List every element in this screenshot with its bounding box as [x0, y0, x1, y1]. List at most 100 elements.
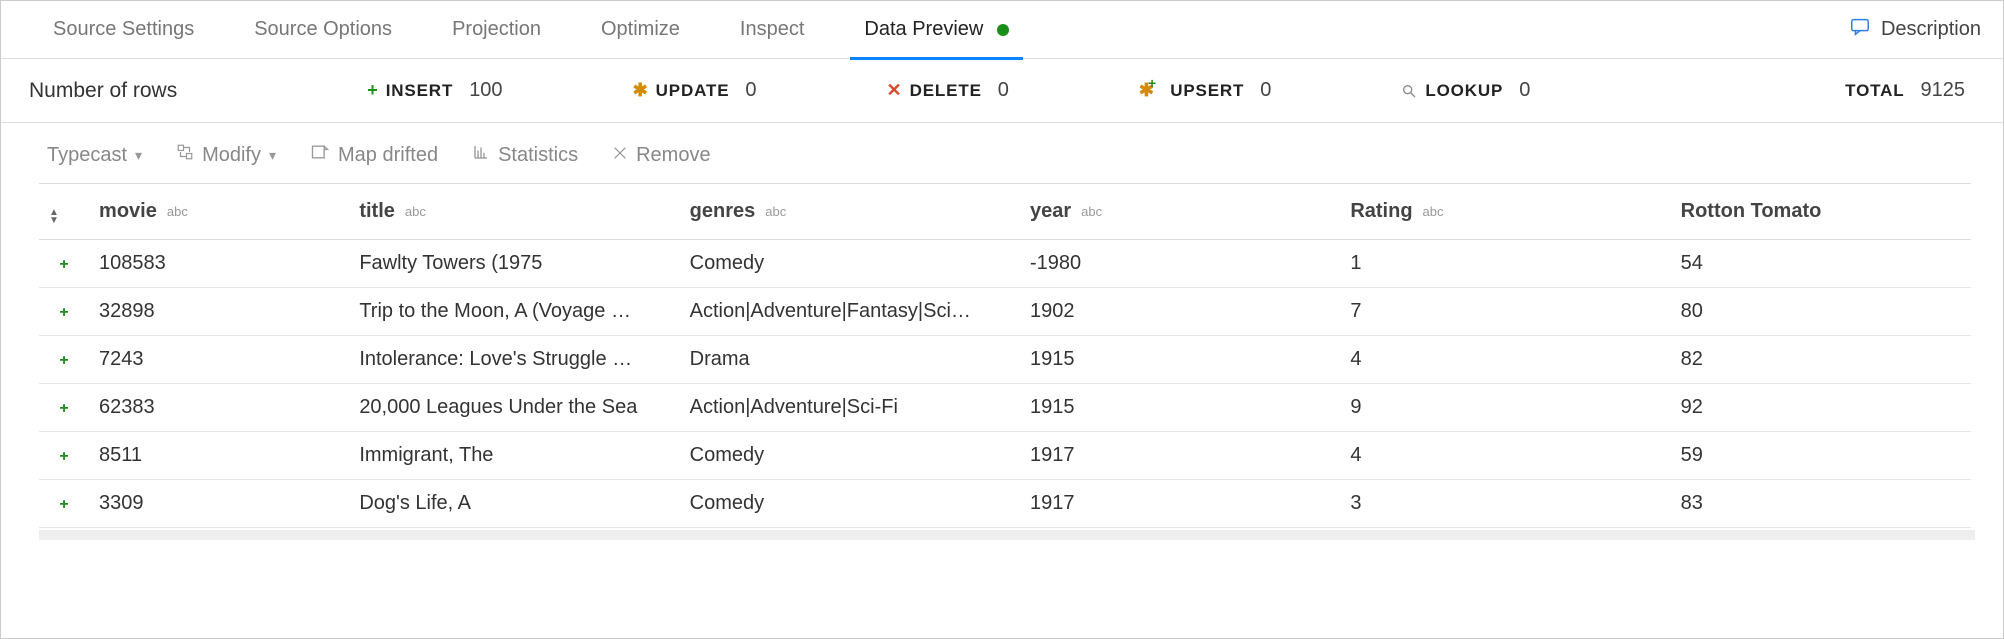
col-title[interactable]: titleabc — [349, 184, 679, 240]
stat-insert-value: 100 — [469, 79, 502, 102]
stat-update-value: 0 — [745, 79, 756, 102]
cell-rotten: 54 — [1671, 240, 1971, 288]
cell-year: 1915 — [1020, 384, 1340, 432]
plus-icon: + — [59, 448, 68, 465]
statistics-button[interactable]: Statistics — [472, 143, 578, 167]
stat-delete-label: DELETE — [910, 81, 982, 101]
col-rating[interactable]: Ratingabc — [1340, 184, 1670, 240]
modify-button[interactable]: Modify ▾ — [176, 143, 276, 167]
col-rating-label: Rating — [1350, 200, 1412, 222]
stat-lookup-value: 0 — [1519, 79, 1530, 102]
type-tag: abc — [1081, 204, 1102, 219]
cell-movie: 3309 — [89, 480, 349, 528]
modify-icon — [176, 143, 194, 167]
cell-movie: 8511 — [89, 432, 349, 480]
type-tag: abc — [167, 204, 188, 219]
row-stats-bar: Number of rows + INSERT 100 ✱ UPDATE 0 ✕… — [1, 59, 2003, 123]
col-year-label: year — [1030, 200, 1071, 222]
main-area: Typecast ▾ Modify ▾ Map drifted — [1, 123, 2003, 638]
table-row[interactable]: +7243Intolerance: Love's Struggle …Drama… — [39, 336, 1971, 384]
stat-insert-label: INSERT — [386, 81, 453, 101]
tab-source-options[interactable]: Source Options — [224, 1, 422, 59]
cell-genres: Comedy — [680, 480, 1020, 528]
cell-title: Trip to the Moon, A (Voyage … — [349, 288, 679, 336]
comment-icon — [1849, 16, 1871, 44]
header-row: ▲▼ movieabc titleabc genresabc yearabc R… — [39, 184, 1971, 240]
cell-rotten: 59 — [1671, 432, 1971, 480]
modify-label: Modify — [202, 144, 261, 167]
upsert-icon: ✱+ — [1139, 80, 1162, 101]
table-row[interactable]: +32898Trip to the Moon, A (Voyage …Actio… — [39, 288, 1971, 336]
status-dot-icon — [997, 24, 1009, 36]
tab-inspect[interactable]: Inspect — [710, 1, 834, 59]
tab-projection[interactable]: Projection — [422, 1, 571, 59]
tab-data-preview[interactable]: Data Preview — [834, 1, 1039, 59]
cell-genres: Comedy — [680, 432, 1020, 480]
expand-cell[interactable]: + — [39, 480, 89, 528]
stat-total: TOTAL 9125 — [1845, 79, 1965, 102]
type-tag: abc — [405, 204, 426, 219]
table-row[interactable]: +6238320,000 Leagues Under the SeaAction… — [39, 384, 1971, 432]
cell-year: 1915 — [1020, 336, 1340, 384]
cell-title: 20,000 Leagues Under the Sea — [349, 384, 679, 432]
map-drifted-button[interactable]: Map drifted — [310, 142, 438, 168]
stat-total-value: 9125 — [1921, 79, 1966, 102]
plus-icon: + — [59, 400, 68, 417]
rows-count-label: Number of rows — [29, 79, 177, 103]
tab-optimize[interactable]: Optimize — [571, 1, 710, 59]
tab-source-settings[interactable]: Source Settings — [23, 1, 224, 59]
remove-button[interactable]: Remove — [612, 144, 710, 167]
horizontal-scrollbar[interactable] — [39, 530, 1975, 540]
cell-title: Dog's Life, A — [349, 480, 679, 528]
col-movie-label: movie — [99, 200, 157, 222]
cell-year: 1902 — [1020, 288, 1340, 336]
typecast-label: Typecast — [47, 144, 127, 167]
expand-cell[interactable]: + — [39, 288, 89, 336]
chevron-down-icon: ▾ — [135, 147, 142, 164]
col-year[interactable]: yearabc — [1020, 184, 1340, 240]
cell-rating: 3 — [1340, 480, 1670, 528]
remove-label: Remove — [636, 144, 710, 167]
star-icon: ✱ — [633, 80, 648, 101]
data-table: ▲▼ movieabc titleabc genresabc yearabc R… — [39, 183, 1971, 528]
table-row[interactable]: +3309Dog's Life, AComedy1917383 — [39, 480, 1971, 528]
remove-icon — [612, 144, 628, 167]
cell-year: 1917 — [1020, 432, 1340, 480]
stat-delete: ✕ DELETE 0 — [887, 79, 1009, 102]
cell-rotten: 83 — [1671, 480, 1971, 528]
stat-upsert: ✱+ UPSERT 0 — [1139, 79, 1271, 102]
cell-movie: 108583 — [89, 240, 349, 288]
expand-cell[interactable]: + — [39, 384, 89, 432]
col-rotten-label: Rotton Tomato — [1681, 200, 1822, 222]
cell-movie: 62383 — [89, 384, 349, 432]
cell-rating: 4 — [1340, 432, 1670, 480]
stat-update: ✱ UPDATE 0 — [633, 79, 757, 102]
type-tag: abc — [765, 204, 786, 219]
col-genres-label: genres — [690, 200, 756, 222]
expand-cell[interactable]: + — [39, 336, 89, 384]
search-icon — [1401, 83, 1417, 99]
cell-rating: 9 — [1340, 384, 1670, 432]
cell-rating: 1 — [1340, 240, 1670, 288]
cell-title: Intolerance: Love's Struggle … — [349, 336, 679, 384]
col-genres[interactable]: genres abc — [680, 184, 1020, 240]
expand-cell[interactable]: + — [39, 240, 89, 288]
table-row[interactable]: +108583Fawlty Towers (1975Comedy-1980154 — [39, 240, 1971, 288]
col-expand[interactable]: ▲▼ — [39, 184, 89, 240]
col-movie[interactable]: movie abc — [89, 184, 349, 240]
col-rotten[interactable]: Rotton Tomato — [1671, 184, 1971, 240]
stat-total-label: TOTAL — [1845, 81, 1904, 101]
cell-movie: 32898 — [89, 288, 349, 336]
map-drifted-label: Map drifted — [338, 144, 438, 167]
tab-bar: Source Settings Source Options Projectio… — [1, 1, 2003, 59]
typecast-button[interactable]: Typecast ▾ — [47, 144, 142, 167]
plus-icon: + — [59, 304, 68, 321]
cell-rating: 4 — [1340, 336, 1670, 384]
table-row[interactable]: +8511Immigrant, TheComedy1917459 — [39, 432, 1971, 480]
cell-rating: 7 — [1340, 288, 1670, 336]
statistics-icon — [472, 143, 490, 167]
description-button[interactable]: Description — [1849, 16, 1981, 44]
stat-upsert-value: 0 — [1260, 79, 1271, 102]
cell-rotten: 92 — [1671, 384, 1971, 432]
expand-cell[interactable]: + — [39, 432, 89, 480]
